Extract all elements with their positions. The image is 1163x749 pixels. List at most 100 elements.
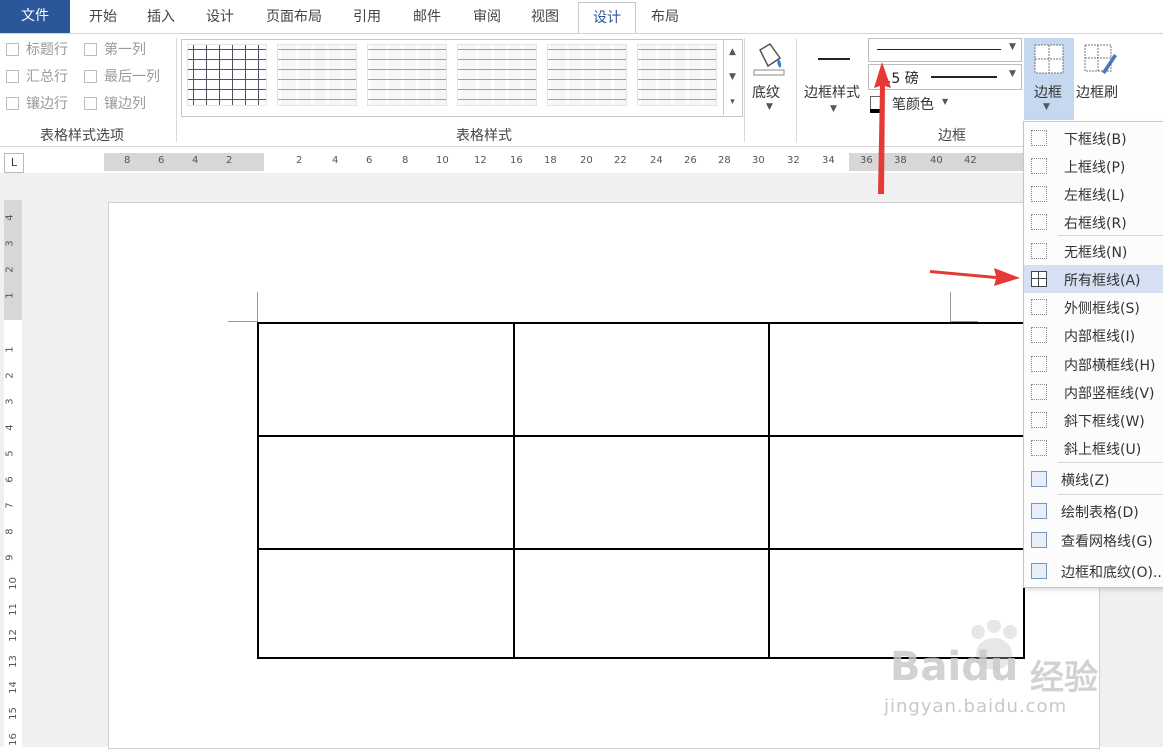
menu-item-bottom-border[interactable]: 下框线(B): [1024, 124, 1163, 152]
menu-item-label: 外侧框线(S): [1064, 301, 1140, 317]
tab-references[interactable]: 引用: [342, 2, 392, 33]
tab-insert[interactable]: 插入: [136, 2, 186, 33]
header-row-checkbox[interactable]: [6, 43, 19, 56]
borders-dropdown-icon: ▼: [1043, 102, 1050, 112]
menu-item-horizontal-line[interactable]: 横线(Z): [1024, 465, 1163, 493]
tab-page-layout[interactable]: 页面布局: [255, 2, 333, 33]
tab-table-layout[interactable]: 布局: [640, 2, 690, 33]
group-divider: [796, 38, 797, 142]
table-style-light-2[interactable]: [367, 44, 447, 106]
menu-item-borders-and-shading[interactable]: 边框和底纹(O)...: [1024, 557, 1163, 585]
menu-item-draw-table[interactable]: 绘制表格(D): [1024, 497, 1163, 525]
line-style-select[interactable]: ▼: [868, 38, 1022, 62]
ruler-tick-label: 4: [4, 424, 16, 431]
gallery-down-icon[interactable]: ▼: [724, 65, 741, 90]
menu-separator: [1058, 235, 1163, 236]
ruler-tick-label: 22: [614, 155, 627, 166]
menu-item-top-border[interactable]: 上框线(P): [1024, 152, 1163, 180]
tab-design[interactable]: 设计: [195, 2, 245, 33]
last-column-checkbox[interactable]: [84, 70, 97, 83]
inside-borders-icon: [1031, 327, 1047, 343]
tab-home[interactable]: 开始: [78, 2, 128, 33]
table-style-light-5[interactable]: [637, 44, 717, 106]
ruler-tick-label: 13: [7, 655, 19, 668]
ruler-tick-label: 4: [192, 155, 199, 166]
ruler-tick-label: 34: [822, 155, 835, 166]
margin-mark: [228, 321, 258, 322]
border-styles-button[interactable]: 边框样式 ▼: [800, 40, 866, 120]
right-border-icon: [1031, 214, 1047, 230]
tab-table-design[interactable]: 设计: [578, 2, 636, 34]
menu-item-label: 横线(Z): [1061, 473, 1110, 489]
ribbon-tab-bar: 文件 开始 插入 设计 页面布局 引用 邮件 审阅 视图 设计 布局: [0, 0, 1163, 34]
menu-item-view-gridlines[interactable]: 查看网格线(G): [1024, 526, 1163, 554]
tab-review[interactable]: 审阅: [462, 2, 512, 33]
shading-button[interactable]: 底纹 ▼: [750, 40, 788, 120]
menu-item-no-border[interactable]: 无框线(N): [1024, 237, 1163, 265]
ruler-tick-label: 40: [930, 155, 943, 166]
table-style-light-4[interactable]: [547, 44, 627, 106]
diagonal-up-border-icon: [1031, 440, 1047, 456]
table-border: [257, 548, 1025, 550]
ruler-tick-label: 5: [4, 450, 16, 457]
tab-selector-button[interactable]: L: [4, 153, 24, 173]
first-column-checkbox[interactable]: [84, 43, 97, 56]
menu-item-label: 斜下框线(W): [1064, 414, 1145, 430]
horizontal-ruler[interactable]: 8 6 4 2 2 4 6 8 10 12 16 18 20 22 24 26 28 30 32 34 36 38 40 42: [104, 153, 1114, 171]
border-painter-button[interactable]: 边框刷: [1076, 38, 1124, 120]
menu-item-all-borders[interactable]: 所有框线(A): [1024, 265, 1163, 293]
borders-button[interactable]: 边框 ▼: [1024, 38, 1074, 120]
ruler-tick-label: 12: [7, 629, 19, 642]
gallery-up-icon[interactable]: ▲: [724, 40, 741, 65]
total-row-checkbox[interactable]: [6, 70, 19, 83]
vertical-ruler[interactable]: 4 3 2 1 1 2 3 4 5 6 7 8 9 10 11 12 13 14 15 16: [4, 200, 22, 747]
banded-columns-checkbox[interactable]: [84, 97, 97, 110]
line-weight-dropdown-icon: ▼: [1009, 69, 1016, 79]
border-styles-dropdown-icon: ▼: [830, 104, 837, 114]
ruler-tick-label: 10: [436, 155, 449, 166]
menu-item-inside-vertical-border[interactable]: 内部竖框线(V): [1024, 378, 1163, 406]
view-gridlines-icon: [1031, 532, 1047, 548]
ruler-tick-label: 2: [226, 155, 233, 166]
pen-color-label: 笔颜色: [892, 97, 934, 113]
gallery-scroll[interactable]: ▲ ▼ ▾: [723, 40, 741, 115]
first-column-label: 第一列: [104, 42, 146, 58]
table-style-light-3[interactable]: [457, 44, 537, 106]
menu-item-label: 下框线(B): [1064, 132, 1127, 148]
borders-dropdown-menu: 下框线(B) 上框线(P) 左框线(L) 右框线(R) 无框线(N) 所有框线(A) 外侧框…: [1023, 121, 1163, 588]
ruler-tick-label: 15: [7, 707, 19, 720]
ruler-tick-label: 11: [7, 603, 19, 616]
menu-item-inside-borders[interactable]: 内部框线(I): [1024, 321, 1163, 349]
document-table[interactable]: [257, 322, 1025, 659]
watermark-url: jingyan.baidu.com: [884, 696, 1068, 717]
ruler-tick-label: 1: [4, 292, 16, 299]
menu-item-label: 查看网格线(G): [1061, 534, 1153, 550]
diagonal-down-border-icon: [1031, 412, 1047, 428]
ruler-tick-label: 2: [4, 266, 16, 273]
menu-separator: [1058, 462, 1163, 463]
tab-mailings[interactable]: 邮件: [402, 2, 452, 33]
banded-rows-checkbox[interactable]: [6, 97, 19, 110]
tab-file[interactable]: 文件: [0, 0, 70, 33]
menu-item-left-border[interactable]: 左框线(L): [1024, 180, 1163, 208]
gallery-more-icon[interactable]: ▾: [724, 90, 741, 115]
banded-columns-label: 镶边列: [104, 96, 146, 112]
tab-view[interactable]: 视图: [520, 2, 570, 33]
menu-item-outside-borders[interactable]: 外侧框线(S): [1024, 293, 1163, 321]
table-style-options-group-label: 表格样式选项: [40, 128, 124, 144]
table-style-light-1[interactable]: [277, 44, 357, 106]
ruler-tick-label: 16: [510, 155, 523, 166]
ruler-tick-label: 3: [4, 398, 16, 405]
ruler-tick-label: 9: [4, 554, 16, 561]
ruler-tick-label: 20: [580, 155, 593, 166]
menu-item-inside-horizontal-border[interactable]: 内部横框线(H): [1024, 350, 1163, 378]
menu-item-diagonal-down-border[interactable]: 斜下框线(W): [1024, 406, 1163, 434]
paint-bucket-icon: [753, 43, 785, 76]
menu-item-label: 内部竖框线(V): [1064, 386, 1155, 402]
menu-item-diagonal-up-border[interactable]: 斜上框线(U): [1024, 434, 1163, 462]
ruler-tick-label: 6: [158, 155, 165, 166]
border-grid-icon: [1034, 44, 1064, 74]
draw-table-icon: [1031, 503, 1047, 519]
table-style-grid[interactable]: [187, 44, 267, 106]
menu-item-right-border[interactable]: 右框线(R): [1024, 208, 1163, 236]
